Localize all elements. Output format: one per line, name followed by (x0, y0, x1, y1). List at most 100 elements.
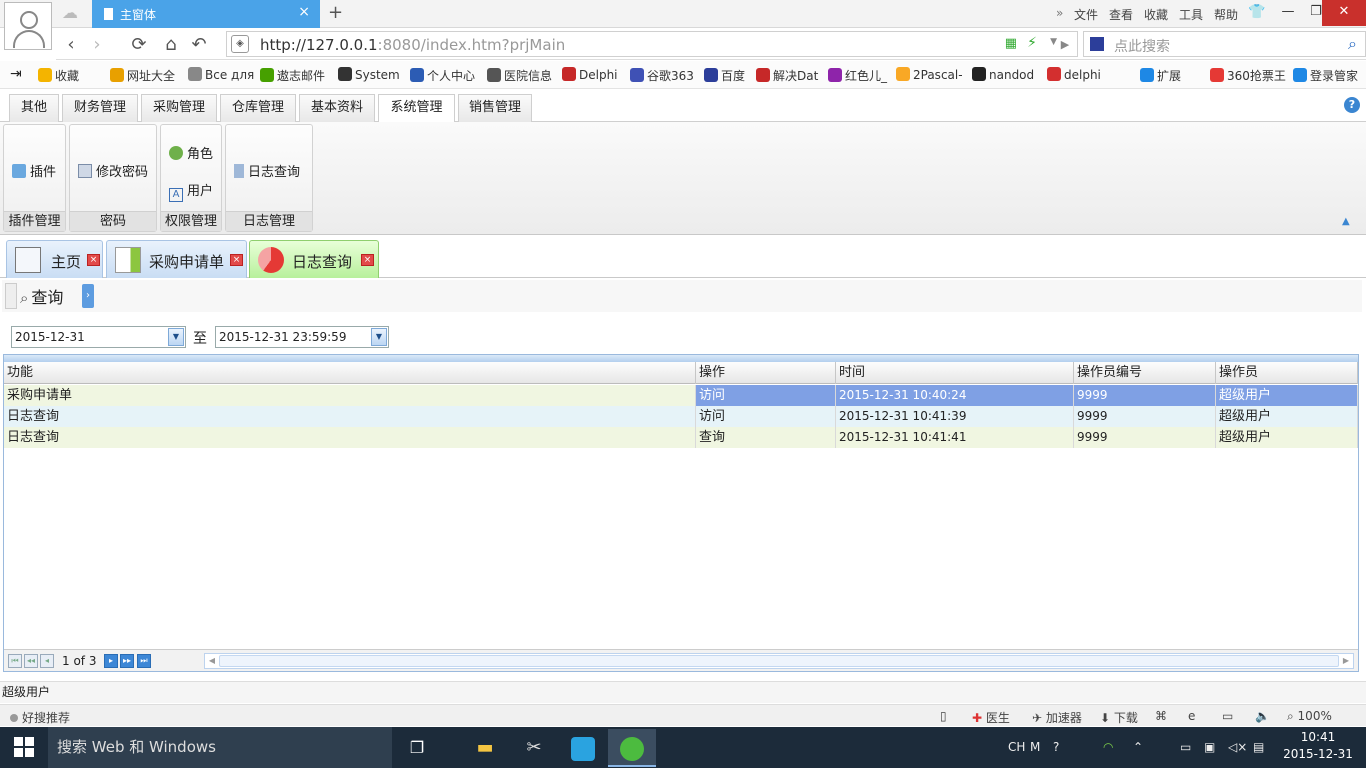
skin-shirt-icon[interactable]: 👕 (1248, 4, 1265, 20)
forward-icon[interactable]: › (86, 34, 108, 55)
close-tab-icon[interactable]: × (230, 254, 243, 266)
date-to-field[interactable]: 2015-12-31 23:59:59 ▼ (215, 326, 389, 348)
date-from-field[interactable]: 2015-12-31 ▼ (11, 326, 186, 348)
column-header-time[interactable]: 时间 (836, 362, 1074, 384)
bookmark-item[interactable]: 个人中心 (410, 67, 475, 84)
360-browser-icon[interactable] (608, 729, 656, 767)
column-header-operation[interactable]: 操作 (696, 362, 836, 384)
bookmark-item[interactable]: nandod (972, 67, 1034, 82)
bookmark-item[interactable]: Delphi (562, 67, 618, 82)
role-button[interactable]: 角色 (169, 143, 213, 162)
last-page-icon[interactable]: ⏭ (137, 654, 151, 668)
menu-view[interactable]: 查看 (1109, 6, 1133, 23)
ribbon-tab[interactable]: 基本资料 (299, 94, 375, 122)
volume-mute-icon[interactable]: ◁× (1228, 740, 1247, 754)
menu-file[interactable]: 文件 (1074, 6, 1098, 23)
app-icon-blue[interactable] (559, 729, 607, 767)
ribbon-tab[interactable]: 销售管理 (458, 94, 532, 122)
doc-tab-home[interactable]: 主页 × (6, 240, 103, 278)
column-header-operator-id[interactable]: 操作员编号 (1074, 362, 1216, 384)
close-tab-icon[interactable]: × (298, 4, 310, 20)
network-icon[interactable]: ▣ (1204, 740, 1215, 754)
table-row[interactable]: 日志查询 查询 2015-12-31 10:41:41 9999 超级用户 (4, 427, 1358, 448)
snipping-tool-icon[interactable]: ✂ (510, 729, 558, 767)
menu-help[interactable]: 帮助 (1214, 6, 1238, 23)
bookmark-item[interactable]: 百度 (704, 67, 745, 84)
sidebar-toggle-icon[interactable]: ⇥ (10, 66, 22, 82)
browser-tab-main[interactable]: 主窗体 × (92, 0, 320, 28)
query-button[interactable]: ⌕ 查询 (20, 284, 63, 308)
dropdown-icon[interactable]: ▼ (371, 328, 387, 346)
file-explorer-icon[interactable]: ▬ (461, 729, 509, 767)
dropdown-icon[interactable]: ▼ (168, 328, 184, 346)
toolbar-grip[interactable] (5, 283, 17, 309)
volume-icon[interactable]: 🔈 (1255, 709, 1270, 723)
bookmark-item[interactable]: 网址大全 (110, 67, 175, 84)
bookmark-item[interactable]: 登录管家 (1293, 67, 1358, 84)
url-text[interactable]: http://127.0.0.1:8080/index.htm?prjMain (260, 36, 565, 54)
menu-tools[interactable]: 工具 (1179, 6, 1203, 23)
bookmark-item[interactable]: 医院信息 (487, 67, 552, 84)
download-button[interactable]: ⬇ 下载 (1100, 709, 1138, 726)
ime-indicator[interactable]: CH (1008, 740, 1025, 754)
bookmark-item[interactable]: 遨志邮件 (260, 67, 325, 84)
ribbon-tab[interactable]: 其他 (9, 94, 59, 122)
change-password-button[interactable]: 修改密码 (78, 161, 148, 180)
doc-tab-purchase-request[interactable]: 采购申请单 × (106, 240, 247, 278)
home-icon[interactable]: ⌂ (160, 34, 182, 55)
clock[interactable]: 10:41 2015-12-31 (1278, 729, 1358, 763)
menu-favorites[interactable]: 收藏 (1144, 6, 1168, 23)
search-input[interactable]: 点此搜索 (1114, 36, 1170, 56)
screen-icon[interactable]: ▭ (1222, 709, 1233, 723)
mobile-icon[interactable]: ▯ (940, 709, 947, 723)
new-tab-button[interactable]: + (328, 2, 343, 23)
help-tray-icon[interactable]: ? (1053, 740, 1059, 754)
horizontal-scrollbar[interactable]: ◀ ▶ (204, 653, 1354, 669)
column-header-function[interactable]: 功能 (4, 362, 696, 384)
power-icon[interactable]: ▭ (1180, 740, 1191, 754)
ribbon-tab[interactable]: 采购管理 (141, 94, 217, 122)
qr-code-icon[interactable]: ▦ (1005, 36, 1017, 51)
user-button[interactable]: A 用户 (169, 180, 213, 202)
next-page-icon[interactable]: ▸ (104, 654, 118, 668)
scroll-thumb[interactable] (219, 655, 1339, 667)
cloud-icon[interactable]: ☁ (62, 5, 84, 21)
ribbon-tab[interactable]: 系统管理 (378, 94, 455, 123)
log-query-button[interactable]: 日志查询 (234, 161, 300, 180)
accelerator-button[interactable]: ✈ 加速器 (1032, 709, 1082, 726)
toolbar-overflow-icon[interactable]: › (82, 284, 94, 308)
zoom-level[interactable]: ⌕ 100% (1287, 709, 1332, 724)
prev-page-icon[interactable]: ◂ (40, 654, 54, 668)
bookmark-item[interactable]: delphi (1047, 67, 1101, 82)
go-icon[interactable]: ▶ (1054, 38, 1076, 51)
notification-icon[interactable]: ▤ (1253, 740, 1264, 754)
first-page-icon[interactable]: ⏮ (8, 654, 22, 668)
ie-icon[interactable]: e (1188, 709, 1195, 723)
bookmark-item[interactable]: 谷歌363 (630, 67, 694, 84)
table-row[interactable]: 采购申请单 访问 2015-12-31 10:40:24 9999 超级用户 (4, 385, 1358, 406)
tray-expand-icon[interactable]: ⌃ (1133, 740, 1143, 754)
bookmark-item[interactable]: 红色儿_ (828, 67, 887, 84)
column-header-operator[interactable]: 操作员 (1216, 362, 1358, 384)
ribbon-tab[interactable]: 仓库管理 (220, 94, 296, 122)
bookmark-item[interactable]: 2Pascal- (896, 67, 963, 82)
search-box[interactable]: 点此搜索 ⌕ (1083, 31, 1366, 57)
table-row[interactable]: 日志查询 访问 2015-12-31 10:41:39 9999 超级用户 (4, 406, 1358, 427)
user-avatar-icon[interactable] (4, 2, 52, 50)
scroll-left-icon[interactable]: ◀ (206, 655, 218, 667)
collapse-ribbon-icon[interactable]: ▲ (1342, 216, 1350, 227)
doc-tab-log-query[interactable]: 日志查询 × (249, 240, 379, 278)
refresh-icon[interactable]: ⟳ (128, 34, 150, 55)
scroll-right-icon[interactable]: ▶ (1340, 655, 1352, 667)
doctor-button[interactable]: ✚ 医生 (972, 709, 1010, 726)
search-icon[interactable]: ⌕ (1348, 34, 1357, 54)
taskbar-search-box[interactable]: 搜索 Web 和 Windows (48, 727, 392, 768)
next-page-fast-icon[interactable]: ▸▸ (120, 654, 134, 668)
address-bar[interactable]: ◈ http://127.0.0.1:8080/index.htm?prjMai… (226, 31, 1078, 57)
windows-start-icon[interactable] (14, 737, 34, 757)
lightning-icon[interactable]: ⚡ (1027, 35, 1037, 51)
bookmark-item[interactable]: 扩展 (1140, 67, 1181, 84)
undo-close-icon[interactable]: ↶ (188, 34, 210, 55)
m-icon[interactable]: M (1030, 740, 1040, 754)
wifi-icon[interactable]: ◠ (1103, 740, 1113, 754)
